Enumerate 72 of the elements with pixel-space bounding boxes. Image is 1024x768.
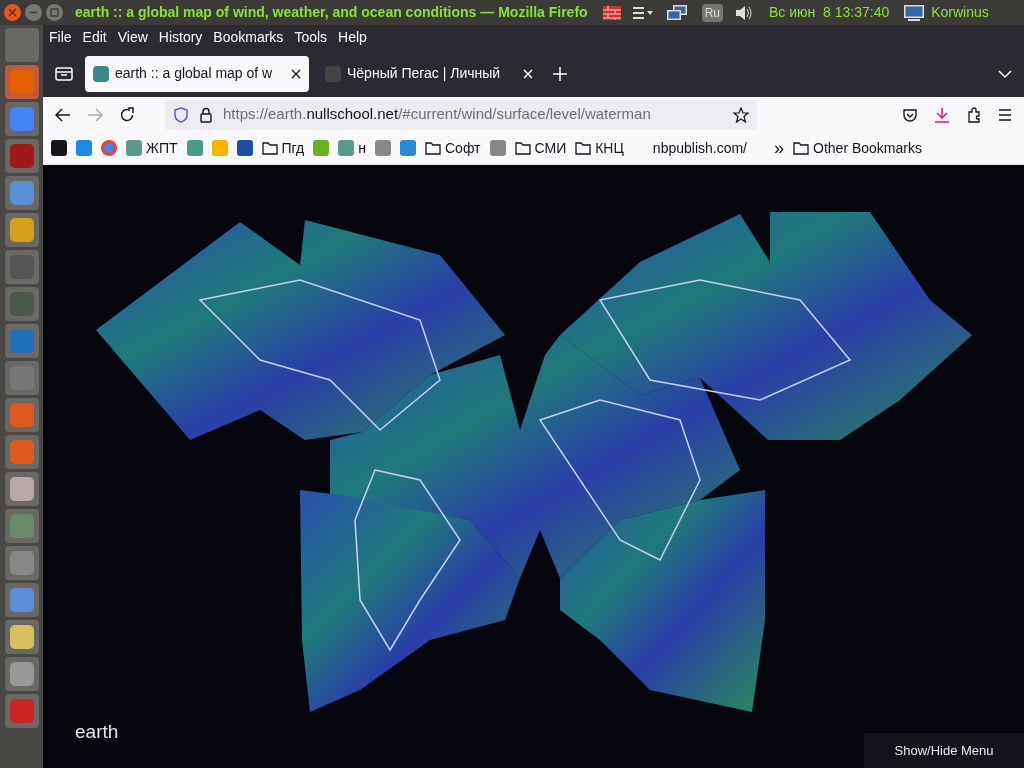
app-icon[interactable] — [4, 509, 39, 543]
tab-overview-icon[interactable] — [54, 65, 74, 82]
puzzle-icon[interactable] — [966, 106, 982, 123]
favicon-icon — [325, 65, 341, 82]
app-icon[interactable] — [4, 361, 39, 395]
wind-map-drawing[interactable] — [96, 212, 972, 712]
minimize-icon[interactable] — [25, 4, 42, 21]
menu-item[interactable]: Tools — [294, 27, 328, 48]
pocket-icon[interactable] — [902, 106, 918, 123]
app-icon[interactable] — [4, 176, 39, 210]
bookmark-folder[interactable]: Пгд — [281, 137, 305, 159]
app-icon[interactable] — [4, 546, 39, 580]
bookmark-folder[interactable]: Other Bookmarks — [813, 137, 922, 159]
maximize-icon[interactable] — [46, 4, 63, 21]
folder-icon[interactable] — [261, 141, 278, 155]
bookmark-folder[interactable]: Софт — [445, 137, 481, 159]
address-bar[interactable]: https://earth.nullschool.net/#current/wind/surface/level/waterman — [165, 99, 757, 130]
shield-icon[interactable] — [173, 106, 189, 123]
app-icon[interactable] — [4, 583, 39, 617]
reload-icon[interactable] — [119, 106, 135, 123]
menu-icon[interactable] — [998, 108, 1012, 121]
network-icon[interactable] — [665, 3, 688, 22]
bookmark-icon[interactable] — [338, 140, 355, 156]
app-icon[interactable] — [4, 657, 39, 691]
volume-icon[interactable] — [734, 4, 753, 21]
menu-item[interactable]: Edit — [82, 27, 107, 48]
menu-item[interactable]: History — [158, 27, 203, 48]
show-hide-menu-button[interactable]: Show/Hide Menu — [864, 733, 1024, 768]
clock[interactable]: Вс июн 8 13:37:40 — [768, 2, 890, 23]
new-tab-icon[interactable] — [553, 66, 567, 81]
menu-item[interactable]: Bookmarks — [213, 27, 284, 48]
app-icon[interactable] — [4, 102, 39, 136]
app-icon[interactable] — [4, 472, 39, 506]
lock-icon[interactable] — [199, 106, 213, 123]
chevron-down-icon[interactable] — [998, 68, 1012, 79]
window-title: earth :: a global map of wind, weather, and ocean conditions — Mozilla Firefo — [75, 3, 588, 22]
folder-icon[interactable] — [425, 141, 441, 155]
folder-icon[interactable] — [575, 141, 592, 155]
app-icon[interactable] — [4, 213, 39, 247]
bookmark-icon[interactable] — [51, 140, 67, 156]
computer-icon — [903, 3, 926, 22]
more-bookmarks-button[interactable]: » — [774, 139, 785, 157]
star-icon[interactable] — [733, 106, 749, 123]
bookmark-icon[interactable] — [186, 140, 203, 156]
app-icon[interactable] — [4, 435, 39, 469]
logo-text: earth — [75, 719, 119, 744]
browser-tab[interactable]: earth :: a global map of w — [85, 55, 309, 92]
download-icon[interactable] — [934, 106, 950, 123]
bookmark-icon[interactable] — [236, 140, 253, 156]
back-icon[interactable] — [55, 107, 71, 122]
firewall-icon[interactable] — [601, 3, 622, 22]
menu-icon[interactable] — [631, 4, 654, 21]
bookmark-link[interactable]: nbpublish.com/ — [652, 137, 747, 159]
folder-icon[interactable] — [793, 141, 810, 155]
bookmark-link[interactable]: н — [358, 137, 366, 159]
close-icon[interactable] — [291, 68, 301, 79]
bookmark-link[interactable]: ЖПТ — [146, 137, 178, 159]
bookmark-folder[interactable]: СМИ — [534, 137, 567, 159]
app-icon[interactable] — [4, 65, 39, 99]
menu-item[interactable]: Help — [338, 27, 367, 48]
forward-icon[interactable] — [87, 107, 103, 122]
menu-item[interactable]: View — [117, 27, 148, 48]
app-icon[interactable] — [4, 398, 39, 432]
menu-item[interactable]: File — [49, 27, 72, 48]
bookmark-folder[interactable]: КНЦ — [595, 137, 624, 159]
user-name[interactable]: Korwinus — [931, 2, 989, 23]
bookmark-icon[interactable] — [489, 140, 506, 156]
folder-icon[interactable] — [514, 141, 531, 155]
browser-tab[interactable]: Чёрный Пегас | Личный — [317, 55, 541, 92]
bookmark-icon[interactable] — [101, 140, 117, 156]
app-icon[interactable] — [4, 620, 39, 654]
favicon-icon — [93, 65, 109, 82]
